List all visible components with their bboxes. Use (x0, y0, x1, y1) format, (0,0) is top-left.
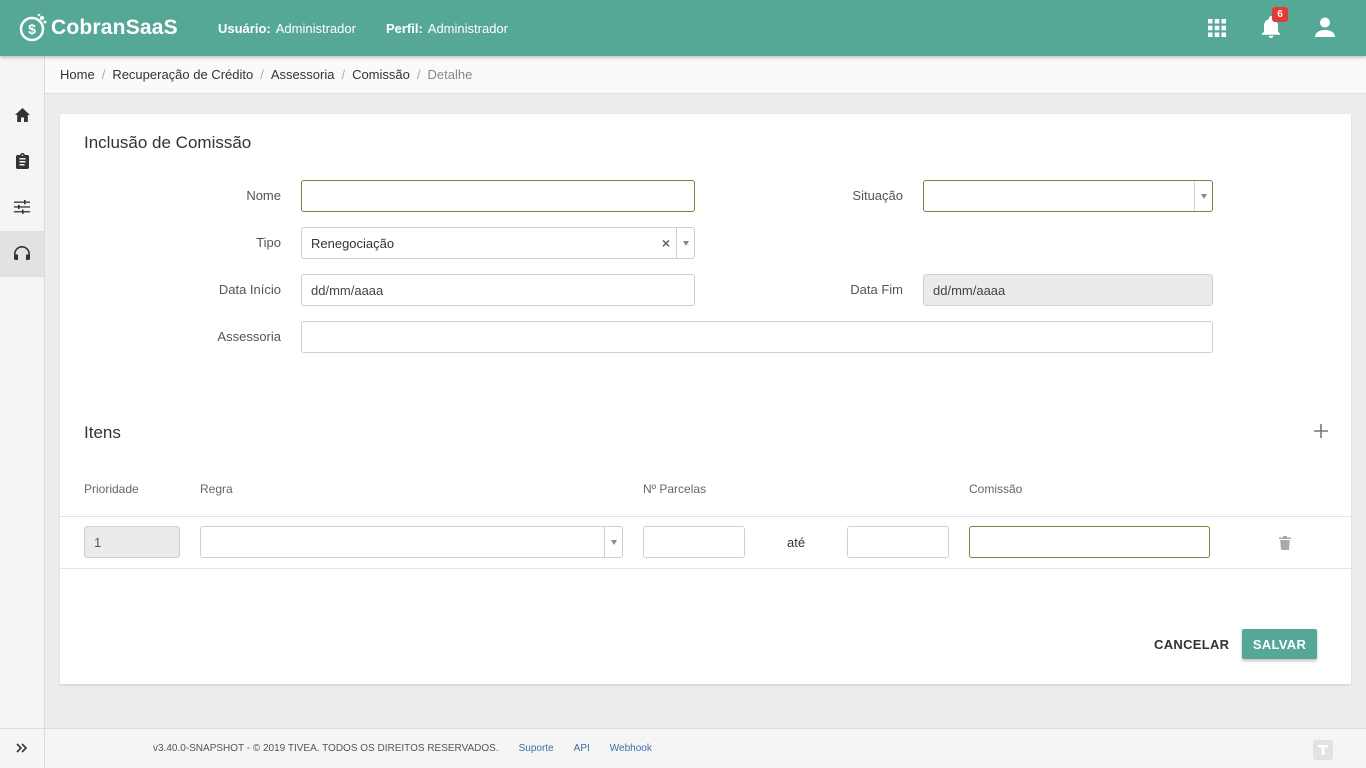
apps-grid-icon[interactable] (1190, 0, 1244, 56)
nome-field[interactable] (301, 180, 695, 212)
footer-link-suporte[interactable]: Suporte (519, 743, 554, 754)
breadcrumb-separator: / (341, 67, 346, 82)
breadcrumb-home[interactable]: Home (60, 67, 95, 82)
prioridade-value: 1 (94, 534, 102, 550)
user-label: Usuário: (218, 20, 271, 36)
tivea-logo-icon (1312, 739, 1334, 761)
logo-coin-icon: $ (18, 13, 48, 43)
row-divider (60, 516, 1351, 517)
caret-down-icon (610, 539, 617, 545)
delete-item-button[interactable] (1279, 536, 1291, 550)
notification-count-badge: 6 (1272, 7, 1288, 22)
data-fim-input (933, 275, 1212, 305)
sidebar (0, 56, 45, 768)
regra-select[interactable] (200, 526, 623, 558)
nome-label: Nome (246, 188, 281, 203)
sidebar-item-home[interactable] (0, 93, 44, 139)
assessoria-label: Assessoria (217, 329, 281, 344)
situacao-label: Situação (852, 188, 903, 203)
tipo-select[interactable]: Renegociação × (301, 227, 695, 259)
ate-label: até (787, 535, 806, 550)
home-icon (14, 107, 30, 125)
cancel-button[interactable]: CANCELAR (1144, 629, 1239, 659)
column-header-comissao: Comissão (969, 482, 1023, 496)
breadcrumb-detalhe: Detalhe (427, 67, 473, 82)
trash-icon (1279, 536, 1291, 553)
caret-down-icon (1200, 193, 1207, 199)
sliders-icon (14, 199, 30, 217)
comissao-field[interactable] (969, 526, 1210, 558)
data-inicio-field[interactable] (301, 274, 695, 306)
sidebar-item-assessoria[interactable] (0, 231, 44, 277)
assessoria-input[interactable] (311, 322, 1212, 352)
column-header-regra: Regra (200, 482, 233, 496)
parcelas-ate-input[interactable] (857, 527, 948, 557)
breadcrumb-separator: / (416, 67, 421, 82)
commission-form-card: Inclusão de Comissão Nome Situação Tipo … (60, 114, 1351, 684)
clipboard-icon (15, 152, 29, 172)
data-fim-label: Data Fim (850, 282, 903, 297)
breadcrumb-separator: / (260, 67, 264, 82)
save-button[interactable]: SALVAR (1242, 629, 1317, 659)
brand-name: CobranSaaS (51, 16, 178, 39)
breadcrumb-recuperacao[interactable]: Recuperação de Crédito (112, 67, 253, 82)
parcelas-de-field[interactable] (643, 526, 745, 558)
footer-link-api[interactable]: API (574, 743, 590, 754)
assessoria-field[interactable] (301, 321, 1213, 353)
breadcrumb-assessoria[interactable]: Assessoria (271, 67, 335, 82)
top-bar: $ CobranSaaS Usuário: Administrador Perf… (0, 0, 1366, 56)
nome-input[interactable] (311, 181, 694, 211)
headset-icon (14, 245, 30, 263)
tipo-value: Renegociação (311, 235, 395, 251)
clear-icon[interactable]: × (662, 235, 670, 251)
profile-value: Administrador (427, 20, 508, 36)
tipo-label: Tipo (256, 235, 281, 250)
user-menu-button[interactable] (1298, 0, 1352, 56)
breadcrumb-separator: / (101, 67, 106, 82)
row-divider (60, 568, 1351, 569)
logo[interactable]: $ CobranSaaS (18, 13, 218, 43)
data-fim-field (923, 274, 1213, 306)
situacao-select[interactable] (923, 180, 1213, 212)
sidebar-item-settings[interactable] (0, 185, 44, 231)
footer-link-webhook[interactable]: Webhook (610, 743, 652, 754)
plus-icon (1311, 424, 1331, 444)
breadcrumb-comissao[interactable]: Comissão (352, 67, 410, 82)
comissao-input[interactable] (979, 527, 1209, 557)
copyright-text: v3.40.0-SNAPSHOT - © 2019 TIVEA. TODOS O… (153, 743, 499, 754)
page-title: Inclusão de Comissão (84, 133, 252, 152)
parcelas-de-input[interactable] (653, 527, 744, 557)
footer: v3.40.0-SNAPSHOT - © 2019 TIVEA. TODOS O… (45, 728, 1366, 768)
situacao-dropdown-toggle[interactable] (1194, 181, 1212, 211)
sidebar-expand-button[interactable] (0, 728, 44, 768)
column-header-prioridade: Prioridade (84, 482, 139, 496)
user-info: Usuário: Administrador Perfil: Administr… (218, 21, 538, 36)
column-header-parcelas: Nº Parcelas (643, 482, 707, 496)
sidebar-item-clipboard[interactable] (0, 139, 44, 185)
profile-label: Perfil: (385, 20, 423, 36)
caret-down-icon (682, 240, 689, 246)
svg-text:$: $ (28, 21, 36, 37)
user-icon (1315, 17, 1335, 40)
data-inicio-label: Data Início (218, 282, 281, 297)
parcelas-ate-field[interactable] (847, 526, 949, 558)
items-section-title: Itens (84, 423, 121, 442)
double-chevron-right-icon (16, 741, 28, 756)
data-inicio-input[interactable] (311, 275, 694, 305)
add-item-button[interactable] (1311, 421, 1331, 441)
user-value: Administrador (275, 20, 356, 36)
prioridade-field: 1 (84, 526, 180, 558)
notifications-button[interactable]: 6 (1244, 0, 1298, 56)
tipo-dropdown-toggle[interactable] (676, 228, 694, 258)
breadcrumb: Home / Recuperação de Crédito / Assessor… (45, 56, 1366, 94)
regra-dropdown-toggle[interactable] (604, 527, 622, 557)
